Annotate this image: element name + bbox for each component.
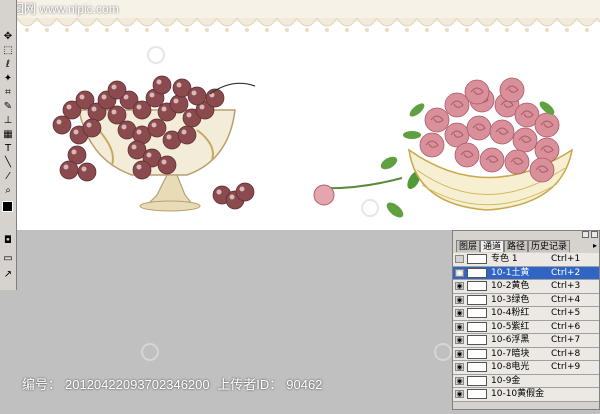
channel-thumbnail: [467, 389, 487, 399]
channel-row[interactable]: ◉ 10-10黄假金: [453, 388, 599, 402]
brush-icon[interactable]: ✎: [1, 100, 15, 113]
channel-row[interactable]: ◉ 10-6浮黑 Ctrl+7: [453, 334, 599, 348]
stamp-icon[interactable]: ⊥: [1, 114, 15, 127]
uploader-label: 上传者ID：: [217, 377, 283, 392]
channel-shortcut: Ctrl+6: [551, 321, 581, 332]
tab-history[interactable]: 历史记录: [528, 240, 571, 252]
channel-name: 10-6浮黑: [491, 335, 530, 345]
eye-icon[interactable]: ◉: [455, 295, 464, 304]
rose-stem: [313, 156, 421, 218]
channel-name: 10-10黄假金: [491, 389, 545, 399]
rose-bouquet: [419, 77, 560, 183]
channel-name: 专色 1: [491, 254, 518, 264]
marquee-icon[interactable]: ⬚: [1, 44, 15, 57]
channel-row[interactable]: ◉ 10-4粉红 Ctrl+5: [453, 307, 599, 321]
channel-row[interactable]: ◉ 10-7暗块 Ctrl+8: [453, 347, 599, 361]
toolbox: ✥ ⬚ ℓ ✦ ⌗ ✎ ⊥ ▦ T ╲ ⁄ ⌕ ◘ ▭ ↗: [0, 0, 17, 290]
eye-icon[interactable]: ◉: [455, 309, 464, 317]
channel-name: 10-7暗块: [491, 348, 530, 359]
id-label: 编号：: [22, 377, 62, 392]
tab-paths[interactable]: 路径: [504, 240, 529, 252]
channel-shortcut: Ctrl+5: [551, 308, 581, 318]
channel-thumbnail: [467, 375, 487, 386]
eye-icon[interactable]: ◉: [455, 336, 464, 344]
site-watermark: 昵图网 www.nipic.com: [0, 2, 119, 16]
gradient-icon[interactable]: ▦: [1, 128, 15, 141]
lasso-icon[interactable]: ℓ: [1, 58, 15, 71]
eyedropper-icon[interactable]: ⁄: [1, 170, 15, 183]
channel-thumbnail: [467, 294, 487, 305]
eye-icon[interactable]: ◉: [455, 322, 464, 331]
document-canvas[interactable]: [17, 0, 600, 230]
channel-shortcut: Ctrl+4: [551, 294, 581, 305]
wand-icon[interactable]: ✦: [1, 72, 15, 85]
channel-row[interactable]: 专色 1 Ctrl+1: [453, 253, 599, 267]
channel-list: 专色 1 Ctrl+1 ◉ 10-1土黄 Ctrl+2 ◉ 10-2黄色 Ctrl+3 ◉ 10-…: [453, 253, 599, 402]
channel-row[interactable]: ◉ 10-1土黄 Ctrl+2: [453, 266, 599, 280]
text-icon[interactable]: T: [1, 142, 15, 155]
uploader-value: 90462: [286, 377, 323, 392]
channel-shortcut: Ctrl+9: [551, 362, 581, 372]
channel-thumbnail: [467, 362, 487, 372]
panel-minimize-button[interactable]: [582, 231, 589, 238]
eye-hidden-icon[interactable]: [455, 255, 464, 263]
panel-menu-icon[interactable]: ▸: [593, 241, 597, 250]
channel-thumbnail: [467, 308, 487, 318]
channel-thumbnail: [467, 335, 487, 345]
eye-icon[interactable]: ◉: [455, 349, 464, 358]
channel-shortcut: Ctrl+8: [551, 348, 581, 359]
channel-name: 10-3绿色: [491, 294, 530, 305]
channel-shortcut: Ctrl+2: [551, 267, 581, 278]
tab-layers[interactable]: 图层: [456, 240, 481, 252]
line-icon[interactable]: ╲: [1, 156, 15, 169]
channel-shortcut: Ctrl+7: [551, 335, 581, 345]
channel-thumbnail: [467, 254, 487, 264]
eye-icon[interactable]: ◉: [455, 376, 464, 385]
channel-name: 10-2黄色: [491, 281, 530, 291]
mask-icon[interactable]: ◘: [1, 234, 15, 247]
crop-icon[interactable]: ⌗: [1, 86, 15, 99]
channel-thumbnail: [467, 267, 487, 278]
eye-icon[interactable]: ◉: [455, 268, 464, 277]
eye-icon[interactable]: ◉: [455, 363, 464, 371]
channel-shortcut: Ctrl+1: [551, 254, 581, 264]
tab-channels[interactable]: 通道: [480, 240, 505, 252]
artwork: [17, 0, 600, 218]
id-value: 20120422093702346200: [65, 377, 210, 392]
color-swatch-icon[interactable]: [1, 200, 15, 216]
channel-shortcut: Ctrl+3: [551, 281, 581, 291]
eye-icon[interactable]: ◉: [455, 282, 464, 290]
channel-name: 10-5紫红: [491, 321, 530, 332]
channel-row[interactable]: ◉ 10-3绿色 Ctrl+4: [453, 293, 599, 307]
channel-row[interactable]: ◉ 10-9金: [453, 374, 599, 388]
channel-thumbnail: [467, 321, 487, 332]
eye-icon[interactable]: ◉: [455, 390, 464, 398]
channel-name: 10-8电光: [491, 362, 530, 372]
move-icon[interactable]: ✥: [1, 30, 15, 43]
channels-panel: 图层 通道 路径 历史记录 ▸ 专色 1 Ctrl+1 ◉ 10-1土黄 Ctrl+2 ◉…: [452, 230, 600, 410]
panel-titlebar: [453, 231, 599, 239]
zoom-icon[interactable]: ⌕: [1, 184, 15, 197]
panel-tabs: 图层 通道 路径 历史记录: [453, 240, 599, 253]
jump-icon[interactable]: ↗: [1, 268, 15, 281]
channel-name: 10-9金: [491, 375, 521, 386]
channel-thumbnail: [467, 348, 487, 359]
image-info: 编号： 20120422093702346200 上传者ID： 90462: [22, 374, 326, 393]
channel-row[interactable]: ◉ 10-8电光 Ctrl+9: [453, 361, 599, 375]
panel-close-button[interactable]: [591, 231, 598, 238]
channel-row[interactable]: ◉ 10-5紫红 Ctrl+6: [453, 320, 599, 334]
channel-thumbnail: [467, 281, 487, 291]
channel-name: 10-1土黄: [491, 267, 530, 278]
channel-name: 10-4粉红: [491, 308, 530, 318]
channel-row[interactable]: ◉ 10-2黄色 Ctrl+3: [453, 280, 599, 294]
screen-mode-icon[interactable]: ▭: [1, 252, 15, 265]
